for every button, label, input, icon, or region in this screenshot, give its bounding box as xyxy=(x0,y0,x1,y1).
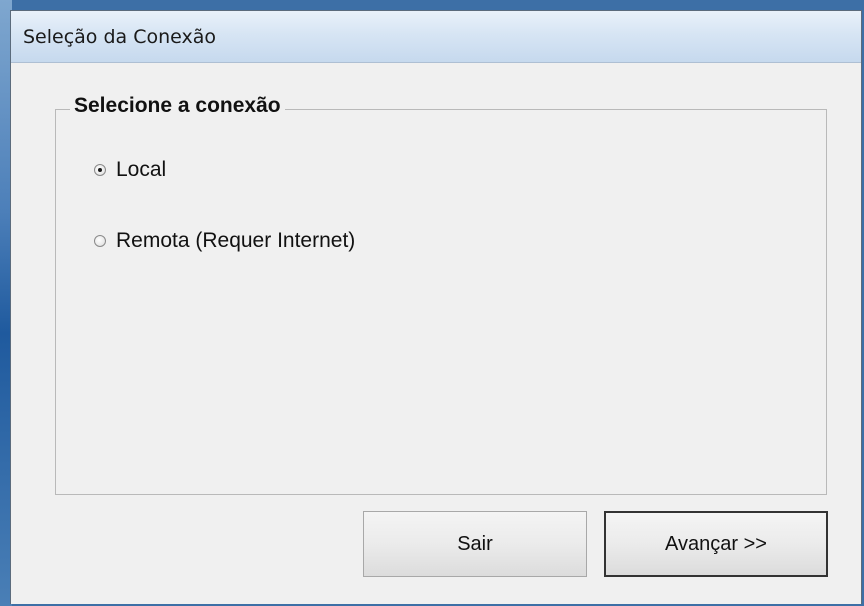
radio-remote-indicator[interactable] xyxy=(94,235,106,247)
title-bar[interactable]: Seleção da Conexão xyxy=(11,11,861,63)
connection-groupbox: Selecione a conexão Local Remota (Requer… xyxy=(55,94,827,495)
radio-local-checked-indicator[interactable] xyxy=(94,164,106,176)
dialog-client-area: Selecione a conexão Local Remota (Requer… xyxy=(11,63,861,604)
radio-option-remote[interactable]: Remota (Requer Internet) xyxy=(94,227,355,255)
radio-option-local[interactable]: Local xyxy=(94,156,166,184)
radio-local-label[interactable]: Local xyxy=(116,158,166,182)
exit-button[interactable]: Sair xyxy=(363,511,587,577)
next-button[interactable]: Avançar >> xyxy=(604,511,828,577)
window-title: Seleção da Conexão xyxy=(23,26,217,48)
connection-group-title: Selecione a conexão xyxy=(70,94,285,118)
radio-remote-label[interactable]: Remota (Requer Internet) xyxy=(116,229,355,253)
connection-selection-dialog: Seleção da Conexão Selecione a conexão L… xyxy=(10,10,862,604)
